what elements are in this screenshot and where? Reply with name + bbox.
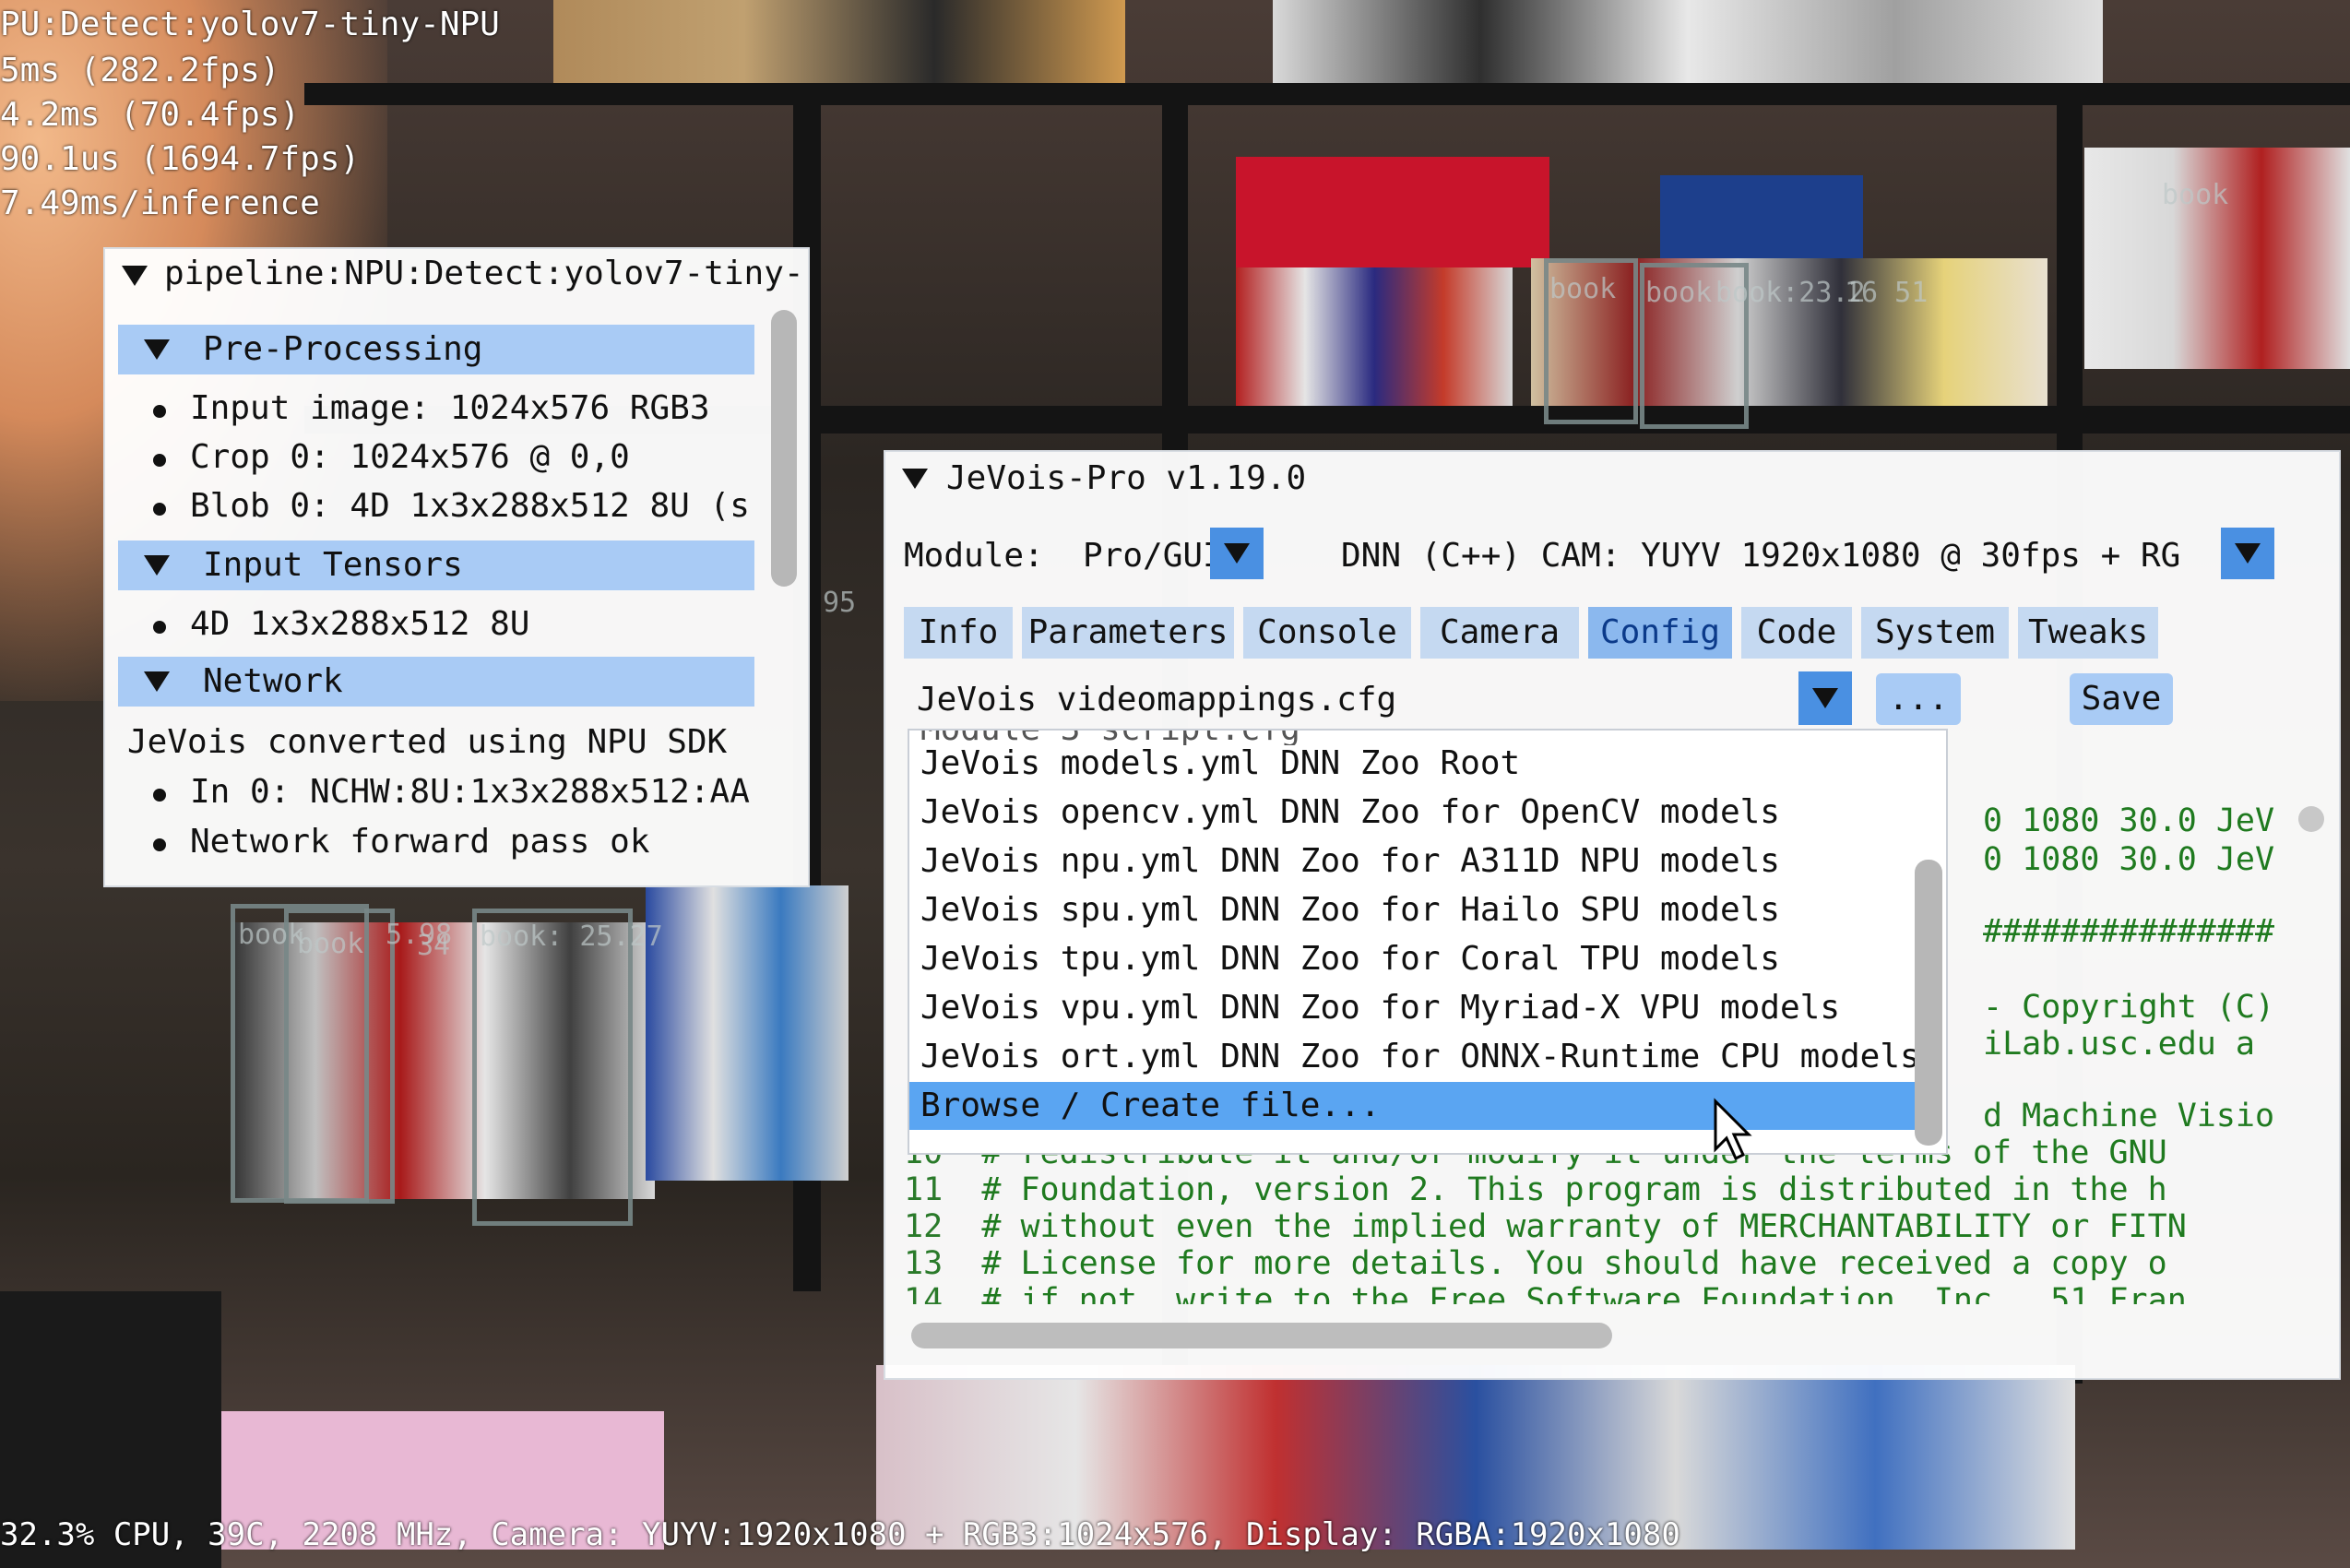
list-item: Crop 0: 1024x576 @ 0,0 xyxy=(153,438,630,476)
list-item: In 0: NCHW:8U:1x3x288x512:AA xyxy=(153,773,750,811)
file-select[interactable]: JeVois videomappings.cfg xyxy=(917,681,1396,719)
tab-console[interactable]: Console xyxy=(1243,607,1411,659)
overlay-stat: 90.1us (1694.7fps) xyxy=(0,140,361,178)
detection-label: book xyxy=(1549,273,1617,305)
section-label: Network xyxy=(203,662,343,700)
jevois-window[interactable]: JeVois-Pro v1.19.0 Module: Pro/GUI DNN (… xyxy=(884,450,2341,1380)
dropdown-option[interactable]: JeVois ort.yml DNN Zoo for ONNX-Runtime … xyxy=(920,1033,1920,1081)
code-fragment: ############### xyxy=(1983,913,2275,950)
code-fragment: - Copyright (C) xyxy=(1983,989,2275,1026)
code-line: 11 # Foundation, version 2. This program… xyxy=(904,1171,2167,1208)
jevois-title: JeVois-Pro v1.19.0 xyxy=(946,459,1307,497)
overlay-stat: 7.49ms/inference xyxy=(0,184,320,222)
network-header[interactable]: Network xyxy=(118,657,754,707)
tab-camera[interactable]: Camera xyxy=(1420,607,1579,659)
list-item: Network forward pass ok xyxy=(153,823,650,861)
list-item: 4D 1x3x288x512 8U xyxy=(152,605,530,643)
code-fragment: 0 1080 30.0 JeV xyxy=(1983,802,2275,839)
dropdown-option-selected[interactable]: Browse / Create file... xyxy=(909,1082,1942,1130)
chevron-down-icon xyxy=(2235,543,2261,564)
dropdown-option[interactable]: JeVois spu.yml DNN Zoo for Hailo SPU mod… xyxy=(920,886,1780,934)
pre-processing-header[interactable]: Pre-Processing xyxy=(118,325,754,374)
section-label: Input Tensors xyxy=(203,546,463,584)
red-box xyxy=(1236,157,1549,267)
detection-label: book xyxy=(238,919,305,951)
chevron-down-icon xyxy=(1224,543,1250,564)
dropdown-option[interactable]: JeVois models.yml DNN Zoo Root xyxy=(920,740,1520,788)
code-fragment: d Machine Visio xyxy=(1983,1098,2275,1134)
pipeline-window[interactable]: pipeline:NPU:Detect:yolov7-tiny- Pre-Pro… xyxy=(103,247,810,887)
books xyxy=(646,885,849,1181)
overlay-stat: 4.2ms (70.4fps) xyxy=(0,96,301,134)
code-hscroll[interactable] xyxy=(911,1323,1612,1348)
input-tensors-header[interactable]: Input Tensors xyxy=(118,540,754,590)
detection-label: book xyxy=(297,928,364,960)
list-item: Input image: 1024x576 RGB3 xyxy=(153,389,710,427)
section-label: Pre-Processing xyxy=(203,330,483,368)
tab-parameters[interactable]: Parameters xyxy=(1022,607,1234,659)
detection-label: book xyxy=(2162,179,2229,211)
top-boxes xyxy=(1273,0,2103,83)
code-fragment: 0 1080 30.0 JeV xyxy=(1983,841,2275,878)
tab-bar: Info Parameters Console Camera Config Co… xyxy=(904,607,2324,659)
tab-tweaks[interactable]: Tweaks xyxy=(2018,607,2158,659)
module-dropdown-button[interactable] xyxy=(1210,528,1264,579)
detection-label: book:23.2 xyxy=(1715,277,1866,309)
tab-info[interactable]: Info xyxy=(904,607,1013,659)
code-line: 12 # without even the implied warranty o… xyxy=(904,1208,2187,1245)
code-line: 14 # if not, write to the Free Software … xyxy=(904,1282,2187,1304)
dropdown-option[interactable]: JeVois opencv.yml DNN Zoo for OpenCV mod… xyxy=(920,789,1780,837)
module-label: Module: xyxy=(904,537,1044,575)
collapse-arrow-icon xyxy=(144,339,170,360)
tab-config[interactable]: Config xyxy=(1588,607,1732,659)
shelf-board xyxy=(304,83,2350,105)
code-line: 13 # License for more details. You shoul… xyxy=(904,1245,2167,1282)
network-text: JeVois converted using NPU SDK xyxy=(127,723,728,761)
chevron-down-icon xyxy=(1812,688,1838,708)
overlay-stat: 5ms (282.2fps) xyxy=(0,52,280,89)
module-desc-dropdown-button[interactable] xyxy=(2221,528,2274,579)
detection-label: 34 xyxy=(417,930,451,962)
pipeline-title: pipeline:NPU:Detect:yolov7-tiny- xyxy=(164,255,804,292)
detection-label: 16 51 xyxy=(1845,277,1929,309)
collapse-arrow-icon[interactable] xyxy=(902,469,928,489)
top-boxes xyxy=(553,0,1125,83)
module-description[interactable]: DNN (C++) CAM: YUYV 1920x1080 @ 30fps + … xyxy=(1341,537,2180,575)
dropdown-option[interactable]: JeVois vpu.yml DNN Zoo for Myriad-X VPU … xyxy=(920,984,1840,1032)
overlay-stat: PU:Detect:yolov7-tiny-NPU xyxy=(0,6,500,43)
code-fragment: iLab.usc.edu a xyxy=(1983,1026,2256,1063)
books xyxy=(1236,267,1513,406)
collapse-arrow-icon xyxy=(144,555,170,576)
dropdown-option[interactable]: JeVois npu.yml DNN Zoo for A311D NPU mod… xyxy=(920,837,1780,885)
detection-label: book: 25.27 xyxy=(480,921,663,953)
dropdown-scrollbar[interactable] xyxy=(1915,860,1942,1146)
detection-box xyxy=(472,909,633,1226)
browse-dots-button[interactable]: ... xyxy=(1876,673,1961,725)
mouse-cursor-icon xyxy=(1714,1098,1752,1161)
collapse-arrow-icon[interactable] xyxy=(122,266,148,286)
detection-label: 95 xyxy=(823,587,857,619)
tab-system[interactable]: System xyxy=(1861,607,2009,659)
status-bar: 32.3% CPU, 39C, 2208 MHz, Camera: YUYV:1… xyxy=(0,1516,1680,1553)
file-dropdown-menu[interactable]: Module 3 script.cfg JeVois models.yml DN… xyxy=(908,729,1948,1155)
code-vscroll[interactable] xyxy=(2298,806,2324,832)
detection-label: book xyxy=(1645,277,1713,309)
pipeline-scrollbar[interactable] xyxy=(771,310,797,587)
list-item: Blob 0: 4D 1x3x288x512 8U (s xyxy=(153,487,750,525)
save-button[interactable]: Save xyxy=(2070,673,2173,725)
collapse-arrow-icon xyxy=(144,671,170,692)
tab-code[interactable]: Code xyxy=(1741,607,1852,659)
module-value[interactable]: Pro/GUI xyxy=(1083,537,1223,575)
file-dropdown-button[interactable] xyxy=(1798,671,1852,725)
dropdown-option[interactable]: JeVois tpu.yml DNN Zoo for Coral TPU mod… xyxy=(920,935,1780,983)
